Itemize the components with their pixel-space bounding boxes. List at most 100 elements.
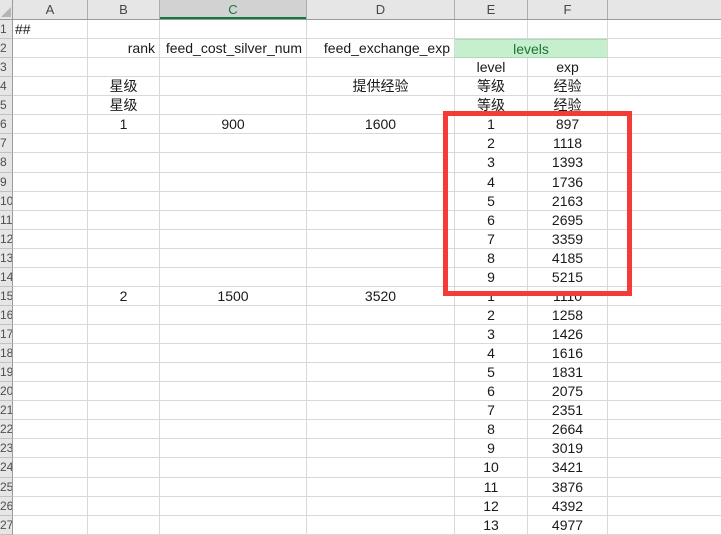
- cell-A27[interactable]: [13, 516, 88, 535]
- cell-E25[interactable]: 11: [455, 478, 528, 497]
- cell-D19[interactable]: [307, 363, 455, 382]
- cell-G6[interactable]: [608, 115, 721, 134]
- cell-B13[interactable]: [88, 249, 160, 268]
- cell-G17[interactable]: [608, 325, 721, 344]
- cell-D5[interactable]: [307, 96, 455, 115]
- cell-D14[interactable]: [307, 268, 455, 287]
- row-header-22[interactable]: 22: [0, 420, 13, 439]
- cell-A14[interactable]: [13, 268, 88, 287]
- cell-B22[interactable]: [88, 420, 160, 439]
- cell-C4[interactable]: [160, 77, 307, 96]
- cell-G27[interactable]: [608, 516, 721, 535]
- row-header-10[interactable]: 10: [0, 192, 13, 211]
- cell-F10[interactable]: 2163: [528, 192, 608, 211]
- cell-E10[interactable]: 5: [455, 192, 528, 211]
- cell-F25[interactable]: 3876: [528, 478, 608, 497]
- cell-E24[interactable]: 10: [455, 458, 528, 477]
- column-header-A[interactable]: A: [13, 0, 88, 19]
- cell-G9[interactable]: [608, 173, 721, 192]
- cell-G7[interactable]: [608, 134, 721, 153]
- cell-C5[interactable]: [160, 96, 307, 115]
- row-header-15[interactable]: 15: [0, 287, 13, 306]
- cell-B23[interactable]: [88, 439, 160, 458]
- row-header-16[interactable]: 16: [0, 306, 13, 325]
- cell-E1[interactable]: [455, 20, 528, 39]
- cell-B24[interactable]: [88, 458, 160, 477]
- cell-G22[interactable]: [608, 420, 721, 439]
- cell-A8[interactable]: [13, 153, 88, 172]
- cell-C26[interactable]: [160, 497, 307, 516]
- cell-F22[interactable]: 2664: [528, 420, 608, 439]
- row-header-12[interactable]: 12: [0, 230, 13, 249]
- cell-F7[interactable]: 1118: [528, 134, 608, 153]
- cell-G12[interactable]: [608, 230, 721, 249]
- cell-C24[interactable]: [160, 458, 307, 477]
- cell-F21[interactable]: 2351: [528, 401, 608, 420]
- cell-C20[interactable]: [160, 382, 307, 401]
- row-header-24[interactable]: 24: [0, 458, 13, 477]
- cell-C18[interactable]: [160, 344, 307, 363]
- cell-F1[interactable]: [528, 20, 608, 39]
- cell-C7[interactable]: [160, 134, 307, 153]
- cell-A23[interactable]: [13, 439, 88, 458]
- row-header-19[interactable]: 19: [0, 363, 13, 382]
- cell-B1[interactable]: [88, 20, 160, 39]
- cell-B4[interactable]: 星级: [88, 77, 160, 96]
- cell-A9[interactable]: [13, 173, 88, 192]
- cell-C12[interactable]: [160, 230, 307, 249]
- cell-D16[interactable]: [307, 306, 455, 325]
- cell-C14[interactable]: [160, 268, 307, 287]
- row-header-26[interactable]: 26: [0, 497, 13, 516]
- cell-A15[interactable]: [13, 287, 88, 306]
- row-header-17[interactable]: 17: [0, 325, 13, 344]
- cell-D20[interactable]: [307, 382, 455, 401]
- cell-B6[interactable]: 1: [88, 115, 160, 134]
- cell-D25[interactable]: [307, 478, 455, 497]
- cell-E13[interactable]: 8: [455, 249, 528, 268]
- cell-E12[interactable]: 7: [455, 230, 528, 249]
- cell-F15[interactable]: 1110: [528, 287, 608, 306]
- cell-G3[interactable]: [608, 58, 721, 77]
- cell-E8[interactable]: 3: [455, 153, 528, 172]
- cell-D12[interactable]: [307, 230, 455, 249]
- cell-B11[interactable]: [88, 211, 160, 230]
- cell-A20[interactable]: [13, 382, 88, 401]
- cell-F19[interactable]: 1831: [528, 363, 608, 382]
- levels-merged-cell[interactable]: levels: [455, 39, 608, 58]
- cell-F13[interactable]: 4185: [528, 249, 608, 268]
- cell-A5[interactable]: [13, 96, 88, 115]
- cell-A19[interactable]: [13, 363, 88, 382]
- cell-D24[interactable]: [307, 458, 455, 477]
- cell-D15[interactable]: 3520: [307, 287, 455, 306]
- cell-D21[interactable]: [307, 401, 455, 420]
- cell-D10[interactable]: [307, 192, 455, 211]
- cell-C10[interactable]: [160, 192, 307, 211]
- cell-F5[interactable]: 经验: [528, 96, 608, 115]
- cell-A18[interactable]: [13, 344, 88, 363]
- cell-D2[interactable]: feed_exchange_exp: [307, 39, 455, 58]
- row-header-20[interactable]: 20: [0, 382, 13, 401]
- cell-E5[interactable]: 等级: [455, 96, 528, 115]
- cell-B8[interactable]: [88, 153, 160, 172]
- cell-A17[interactable]: [13, 325, 88, 344]
- row-header-1[interactable]: 1: [0, 20, 13, 39]
- cell-C23[interactable]: [160, 439, 307, 458]
- cell-E3[interactable]: level: [455, 58, 528, 77]
- cell-A4[interactable]: [13, 77, 88, 96]
- cell-B14[interactable]: [88, 268, 160, 287]
- cell-G16[interactable]: [608, 306, 721, 325]
- cell-C16[interactable]: [160, 306, 307, 325]
- cell-F20[interactable]: 2075: [528, 382, 608, 401]
- row-header-8[interactable]: 8: [0, 153, 13, 172]
- select-all-corner[interactable]: [0, 0, 13, 19]
- cell-C22[interactable]: [160, 420, 307, 439]
- cell-B25[interactable]: [88, 478, 160, 497]
- cell-E7[interactable]: 2: [455, 134, 528, 153]
- row-header-23[interactable]: 23: [0, 439, 13, 458]
- cell-E16[interactable]: 2: [455, 306, 528, 325]
- cell-B9[interactable]: [88, 173, 160, 192]
- cell-G11[interactable]: [608, 211, 721, 230]
- row-header-11[interactable]: 11: [0, 211, 13, 230]
- row-header-7[interactable]: 7: [0, 134, 13, 153]
- cell-E9[interactable]: 4: [455, 173, 528, 192]
